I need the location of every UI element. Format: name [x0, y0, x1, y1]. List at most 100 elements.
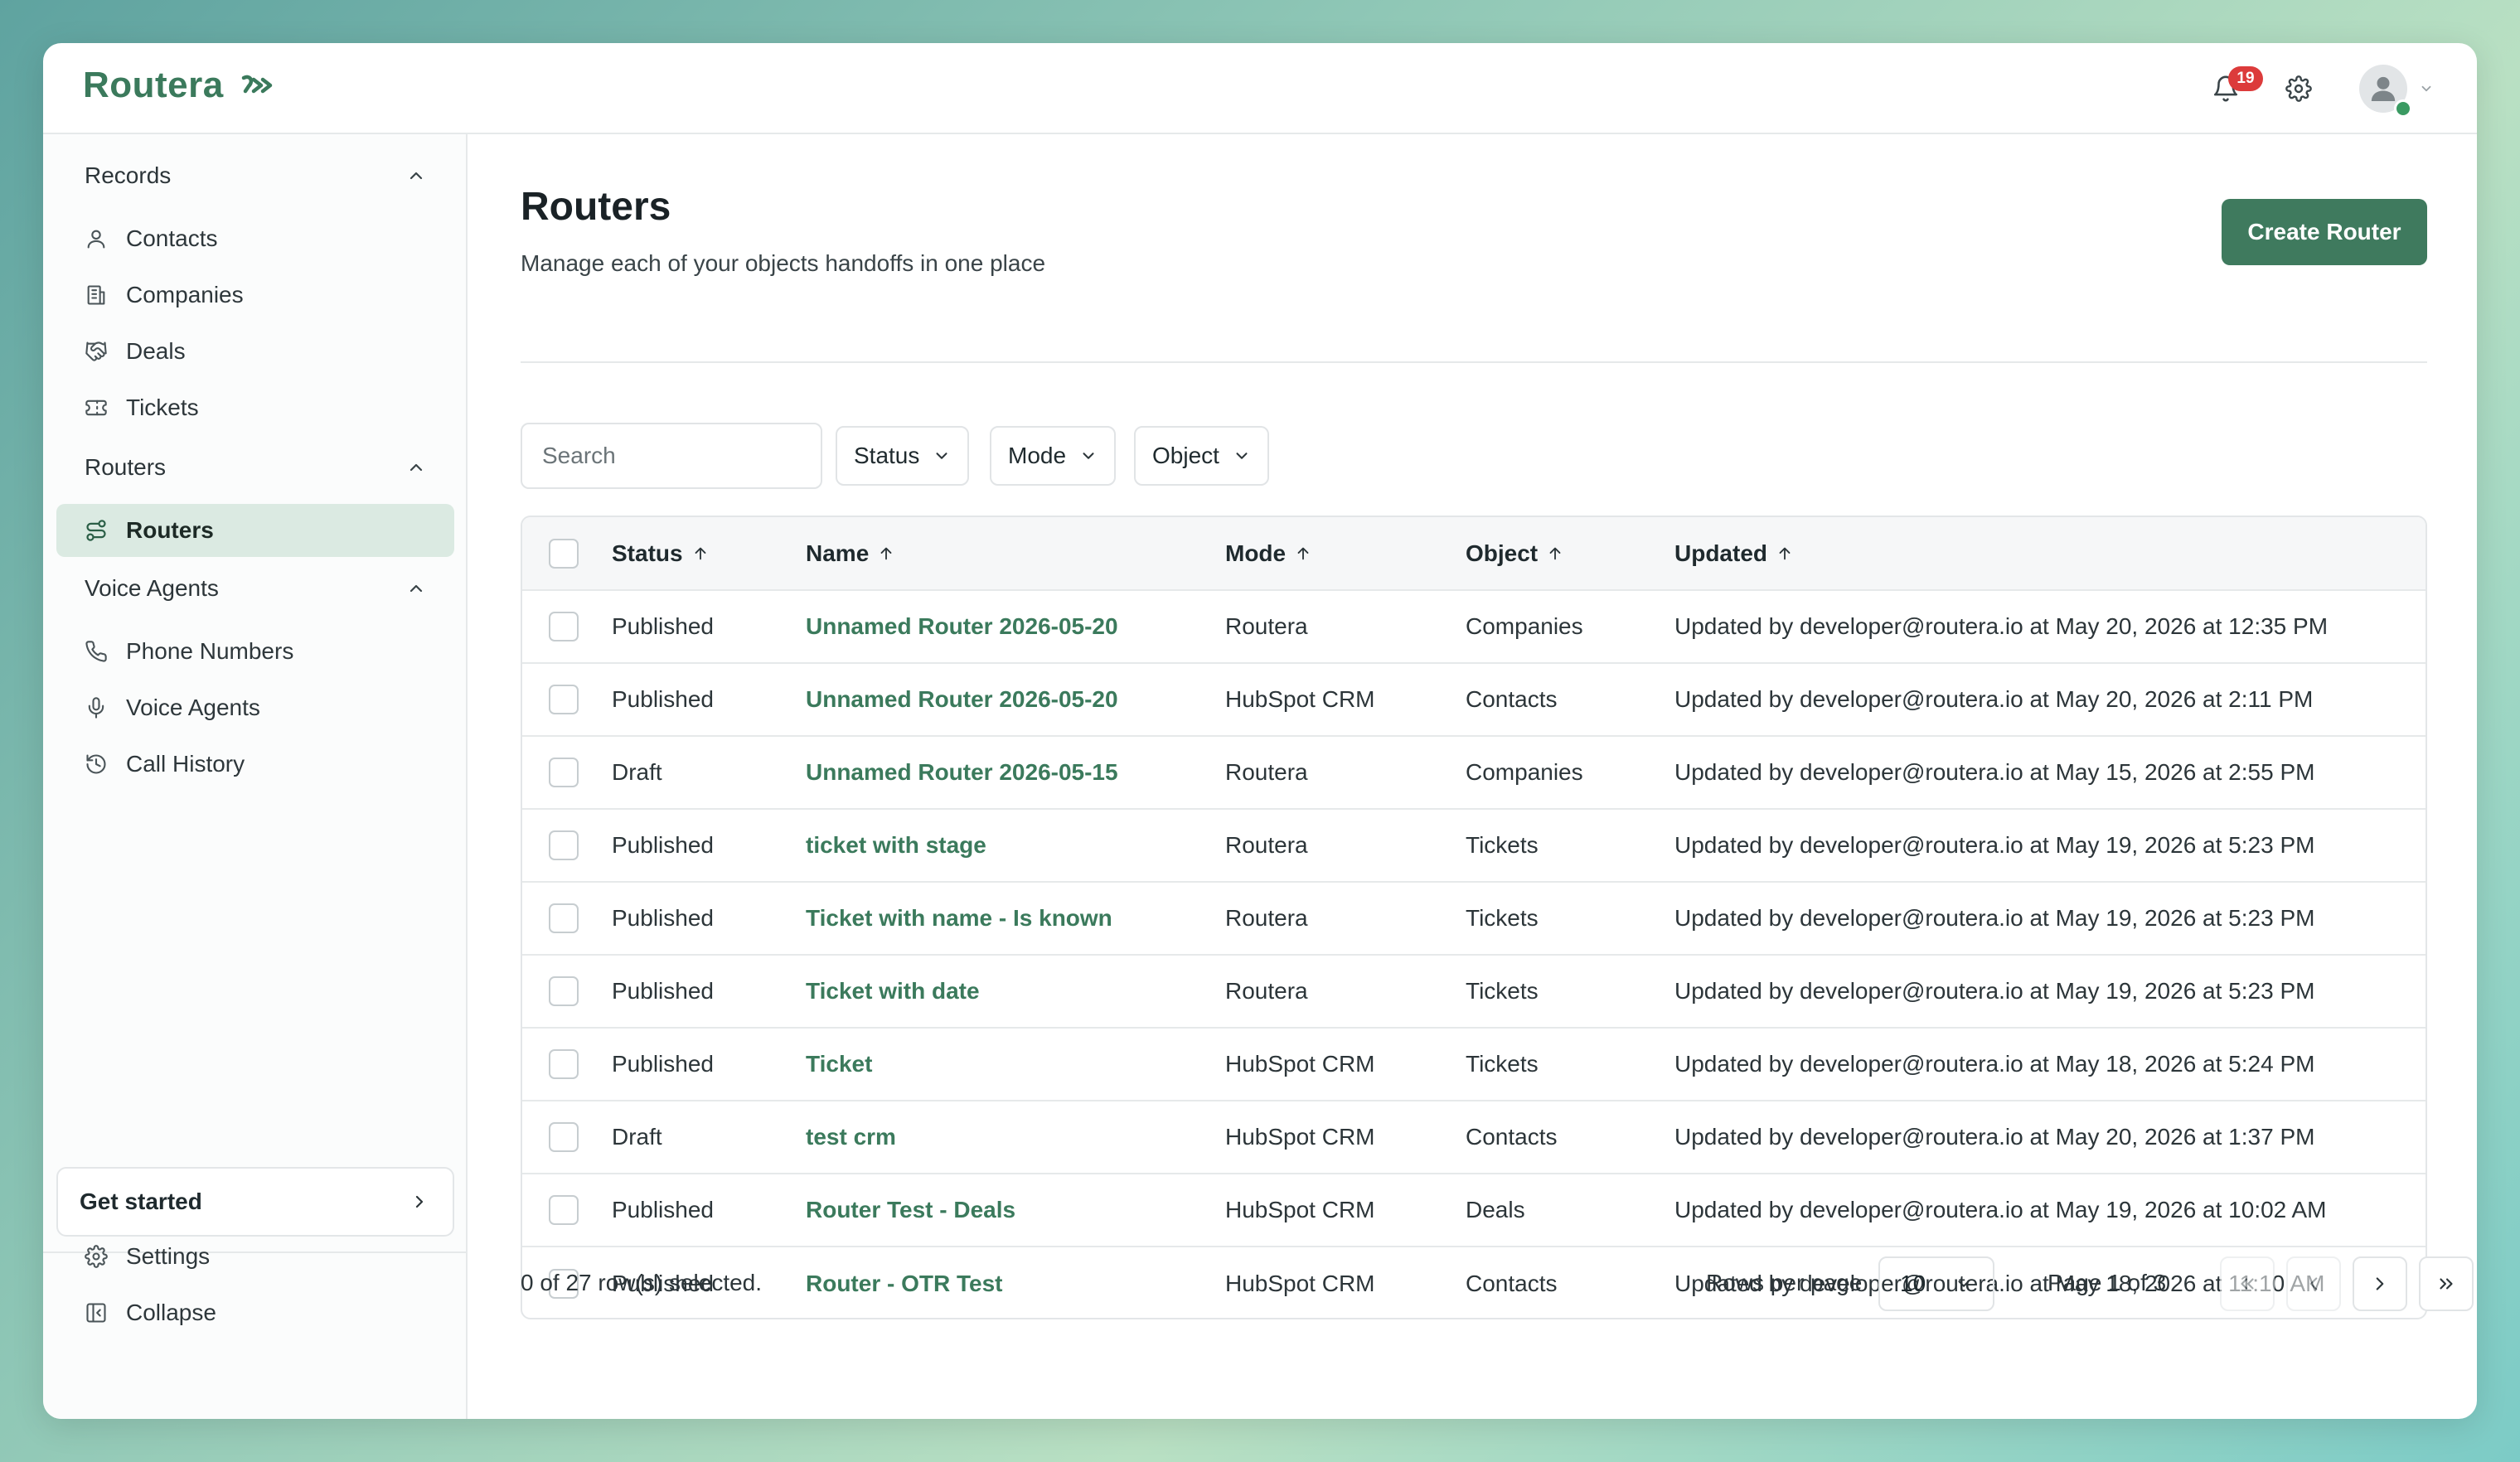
- last-page-button[interactable]: [2419, 1256, 2474, 1311]
- section-routers-header[interactable]: Routers: [70, 444, 441, 491]
- table-row[interactable]: Published Router Test - Deals HubSpot CR…: [522, 1174, 2426, 1247]
- row-checkbox[interactable]: [549, 1049, 579, 1079]
- row-checkbox[interactable]: [549, 612, 579, 641]
- sidebar-item-companies[interactable]: Companies: [56, 269, 454, 322]
- chevrons-left-icon: [2241, 1278, 2254, 1290]
- get-started-button[interactable]: Get started: [56, 1167, 454, 1237]
- row-select-cell: [522, 736, 612, 809]
- user-menu[interactable]: [2359, 65, 2434, 118]
- sidebar-item-voice-agents[interactable]: Voice Agents: [56, 681, 454, 734]
- search-input[interactable]: [521, 423, 822, 489]
- sort-arrow-up-icon: [1779, 547, 1791, 559]
- header-name[interactable]: Name: [806, 517, 1225, 590]
- object-filter-button[interactable]: Object: [1134, 426, 1269, 486]
- gear-icon: [85, 1245, 108, 1268]
- row-checkbox[interactable]: [549, 1195, 579, 1225]
- sidebar-item-settings[interactable]: Settings: [56, 1230, 454, 1283]
- sidebar-collapse-button[interactable]: Collapse: [56, 1286, 454, 1339]
- row-checkbox[interactable]: [549, 1122, 579, 1152]
- previous-page-button[interactable]: [2286, 1256, 2341, 1311]
- section-voice-agents-header[interactable]: Voice Agents: [70, 565, 441, 612]
- sidebar-item-label: Voice Agents: [126, 695, 260, 720]
- router-name-link[interactable]: Router - OTR Test: [806, 1271, 1002, 1296]
- name-cell: Router Test - Deals: [806, 1174, 1225, 1247]
- chevron-down-icon: [1083, 453, 1094, 459]
- header-mode[interactable]: Mode: [1225, 517, 1466, 590]
- status-cell: Published: [612, 978, 714, 1004]
- row-checkbox[interactable]: [549, 903, 579, 933]
- section-title: Records: [85, 162, 172, 188]
- avatar[interactable]: [2359, 65, 2412, 118]
- get-started-label: Get started: [80, 1188, 202, 1214]
- notifications-button[interactable]: 19: [2197, 60, 2263, 118]
- row-checkbox[interactable]: [549, 758, 579, 787]
- header-label: Name: [806, 540, 870, 566]
- history-icon: [86, 754, 106, 774]
- page-title: Routers: [521, 185, 671, 229]
- chevron-up-icon: [410, 463, 423, 472]
- row-checkbox[interactable]: [549, 685, 579, 714]
- name-cell: Router - OTR Test: [806, 1247, 1225, 1318]
- router-name-link[interactable]: Unnamed Router 2026-05-20: [806, 686, 1118, 712]
- logo[interactable]: Routera: [83, 65, 275, 106]
- mode-cell: Routera: [1225, 613, 1308, 639]
- router-name-link[interactable]: Ticket with name - Is known: [806, 905, 1112, 931]
- sidebar-item-label: Settings: [126, 1243, 211, 1269]
- router-name-link[interactable]: Ticket with date: [806, 978, 980, 1004]
- row-checkbox[interactable]: [549, 976, 579, 1006]
- status-filter-button[interactable]: Status: [836, 426, 970, 486]
- routers-table: Status Name Mode Object Updated Publishe…: [521, 516, 2427, 1319]
- header-object[interactable]: Object: [1466, 517, 1674, 590]
- router-name-link[interactable]: Router Test - Deals: [806, 1197, 1015, 1222]
- sidebar-item-routers[interactable]: Routers: [56, 504, 454, 557]
- router-name-link[interactable]: Unnamed Router 2026-05-20: [806, 613, 1118, 639]
- table-row[interactable]: Published Unnamed Router 2026-05-20 HubS…: [522, 663, 2426, 736]
- next-page-button[interactable]: [2353, 1256, 2407, 1311]
- select-all-checkbox[interactable]: [549, 538, 579, 569]
- table-row[interactable]: Draft Unnamed Router 2026-05-15 Routera …: [522, 736, 2426, 809]
- chevrons-right-icon: [2440, 1278, 2453, 1290]
- row-select-cell: [522, 590, 612, 663]
- mode-cell: HubSpot CRM: [1225, 1197, 1375, 1222]
- sidebar-item-contacts[interactable]: Contacts: [56, 212, 454, 265]
- row-checkbox[interactable]: [549, 830, 579, 860]
- table-row[interactable]: Published Ticket with date Routera Ticke…: [522, 955, 2426, 1028]
- object-cell: Contacts: [1466, 686, 1558, 712]
- router-name-link[interactable]: test crm: [806, 1124, 896, 1150]
- gear-icon: [2285, 75, 2312, 102]
- mode-filter-button[interactable]: Mode: [990, 426, 1117, 486]
- status-cell: Draft: [612, 1124, 662, 1150]
- rows-per-page-select[interactable]: 10: [1878, 1256, 1994, 1311]
- header-label: Status: [612, 540, 683, 566]
- table-row[interactable]: Published Unnamed Router 2026-05-20 Rout…: [522, 590, 2426, 663]
- filter-label: Mode: [1008, 443, 1067, 468]
- router-name-link[interactable]: Unnamed Router 2026-05-15: [806, 759, 1118, 785]
- table-row[interactable]: Published Ticket with name - Is known Ro…: [522, 882, 2426, 955]
- sort-arrow-up-icon: [1297, 547, 1309, 559]
- chevron-left-icon: [2309, 1277, 2318, 1290]
- row-select-cell: [522, 1101, 612, 1174]
- header-status[interactable]: Status: [612, 517, 806, 590]
- table-row[interactable]: Published ticket with stage Routera Tick…: [522, 809, 2426, 882]
- microphone-icon: [88, 697, 104, 719]
- header-label: Mode: [1225, 540, 1287, 566]
- first-page-button[interactable]: [2220, 1256, 2275, 1311]
- router-name-link[interactable]: ticket with stage: [806, 832, 986, 858]
- sidebar-item-phone-numbers[interactable]: Phone Numbers: [56, 625, 454, 678]
- header-select-all-cell: [522, 517, 612, 590]
- table-row[interactable]: Published Ticket HubSpot CRM Tickets Upd…: [522, 1028, 2426, 1101]
- section-records-header[interactable]: Records: [70, 152, 441, 199]
- sidebar-item-deals[interactable]: Deals: [56, 325, 454, 378]
- create-router-button[interactable]: Create Router: [2222, 199, 2427, 265]
- sidebar-item-tickets[interactable]: Tickets: [56, 381, 454, 434]
- row-select-cell: [522, 955, 612, 1028]
- router-name-link[interactable]: Ticket: [806, 1051, 872, 1077]
- name-cell: Unnamed Router 2026-05-20: [806, 663, 1225, 736]
- header-updated[interactable]: Updated: [1674, 517, 2426, 590]
- table-row[interactable]: Draft test crm HubSpot CRM Contacts Upda…: [522, 1101, 2426, 1174]
- name-cell: test crm: [806, 1101, 1225, 1174]
- name-cell: Ticket with date: [806, 955, 1225, 1028]
- sidebar-item-call-history[interactable]: Call History: [56, 738, 454, 791]
- settings-top-button[interactable]: [2270, 60, 2328, 118]
- sidebar-item-label: Call History: [126, 751, 245, 777]
